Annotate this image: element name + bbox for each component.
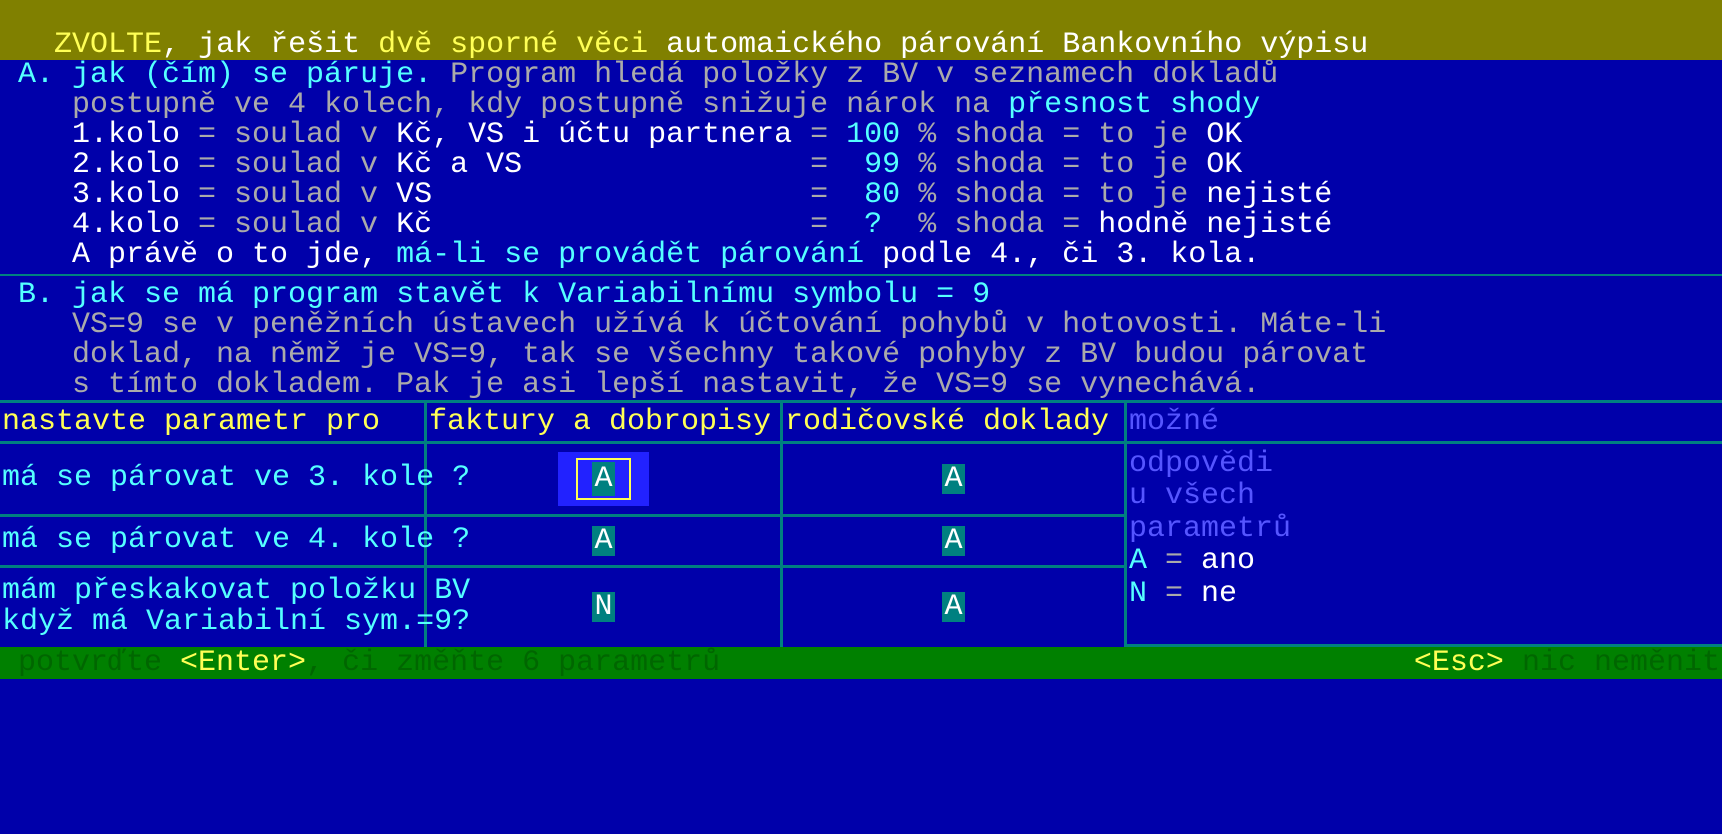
round-1: 1.kolo = soulad v Kč, VS i účtu partnera… bbox=[18, 120, 1722, 150]
sec-a-head: A. jak (čím) se páruje. Program hledá po… bbox=[18, 60, 1722, 90]
sec-a-foot: A právě o to jde, má-li se provádět páro… bbox=[18, 240, 1722, 270]
param-table: nastavte parametr pro faktury a dobropis… bbox=[0, 400, 1722, 647]
th-rodic: rodičovské doklady bbox=[783, 403, 1127, 444]
status-right: <Esc> nic neměnit bbox=[1414, 648, 1720, 678]
param-row-3-col1[interactable]: N bbox=[427, 568, 783, 647]
param-row-1-col1[interactable]: A bbox=[427, 444, 783, 517]
param-row-2-label: má se párovat ve 4. kole ? bbox=[0, 517, 427, 568]
sec-b-l2: doklad, na němž je VS=9, tak se všechny … bbox=[18, 340, 1722, 370]
round-4: 4.kolo = soulad v Kč = ? % shoda = hodně… bbox=[18, 210, 1722, 240]
title-lead: ZVOLTE bbox=[36, 28, 162, 62]
sec-a-sub: postupně ve 4 kolech, kdy postupně snižu… bbox=[18, 90, 1722, 120]
param-row-3-label: mám přeskakovat položku BV když má Varia… bbox=[0, 568, 427, 647]
round-3: 3.kolo = soulad v VS = 80 % shoda = to j… bbox=[18, 180, 1722, 210]
sec-b-head: B. jak se má program stavět k Variabilní… bbox=[18, 280, 1722, 310]
status-left: potvrďte <Enter>, či změňte 6 parametrů bbox=[18, 648, 720, 678]
title-bar: ZVOLTE, jak řešit dvě sporné věci automa… bbox=[0, 0, 1722, 60]
th-faktury: faktury a dobropisy bbox=[427, 403, 783, 444]
param-row-1-col2[interactable]: A bbox=[783, 444, 1127, 517]
param-row-2-col1[interactable]: A bbox=[427, 517, 783, 568]
title-mid1: jak řešit bbox=[198, 28, 378, 62]
status-bar: potvrďte <Enter>, či změňte 6 parametrů … bbox=[0, 647, 1722, 679]
section-a: A. jak (čím) se páruje. Program hledá po… bbox=[0, 60, 1722, 270]
title-tail: automaického párování Bankovního výpisu bbox=[666, 28, 1368, 62]
section-b: B. jak se má program stavět k Variabilní… bbox=[0, 280, 1722, 400]
param-row-3-col2[interactable]: A bbox=[783, 568, 1127, 647]
param-row-2-col2[interactable]: A bbox=[783, 517, 1127, 568]
esc-key-hint: <Esc> bbox=[1414, 646, 1522, 680]
title-sep: , bbox=[162, 28, 198, 62]
divider bbox=[0, 274, 1722, 276]
focused-cell[interactable]: A bbox=[558, 452, 648, 506]
sec-b-l1: VS=9 se v peněžních ústavech užívá k účt… bbox=[18, 310, 1722, 340]
title-mid2: dvě sporné věci bbox=[378, 28, 666, 62]
param-row-1-label: má se párovat ve 3. kole ? bbox=[0, 444, 427, 517]
th-param: nastavte parametr pro bbox=[0, 403, 427, 444]
th-legend: možné bbox=[1127, 403, 1722, 444]
legend-cell: odpovědi u všech parametrů A = ano N = n… bbox=[1127, 444, 1722, 647]
sec-b-l3: s tímto dokladem. Pak je asi lepší nasta… bbox=[18, 370, 1722, 400]
enter-key-hint: <Enter> bbox=[180, 646, 306, 680]
round-2: 2.kolo = soulad v Kč a VS = 99 % shoda =… bbox=[18, 150, 1722, 180]
